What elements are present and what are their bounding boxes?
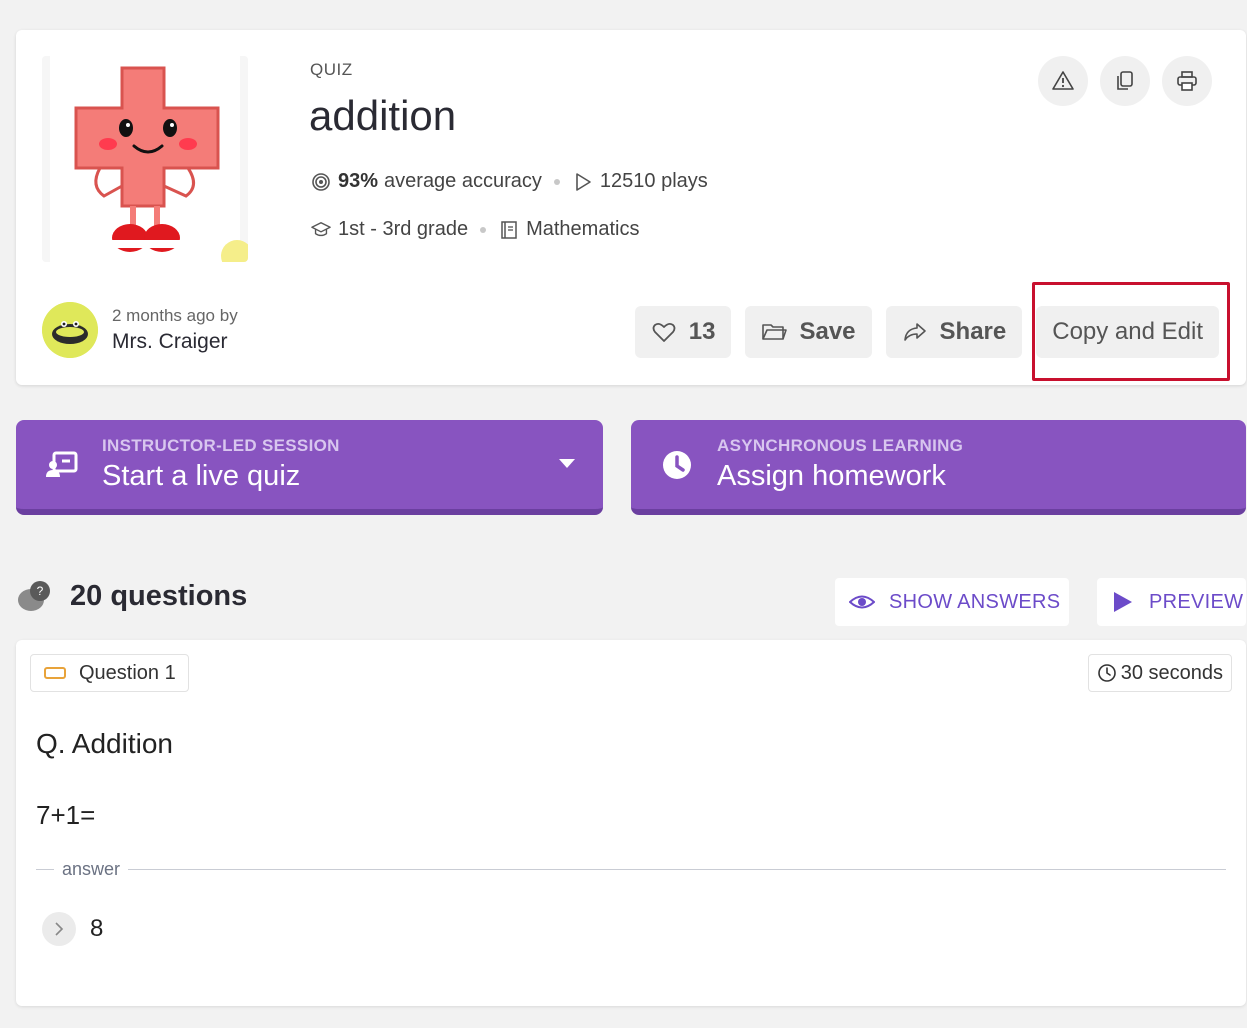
author-info: 2 months ago by Mrs. Craiger <box>42 302 238 358</box>
homework-title: Assign homework <box>717 460 946 492</box>
graduation-cap-icon <box>310 219 332 241</box>
answer-divider: answer <box>36 858 1226 880</box>
chevron-right-icon <box>55 922 64 936</box>
live-quiz-text: INSTRUCTOR-LED SESSION Start a live quiz <box>102 436 340 493</box>
quiz-title: addition <box>309 92 457 139</box>
warning-icon <box>1052 71 1074 90</box>
play-icon <box>1114 592 1132 612</box>
copy-icon <box>1117 71 1133 90</box>
eye-icon <box>849 595 875 609</box>
duplicate-button[interactable] <box>1100 56 1150 106</box>
question-number-badge: Question 1 <box>30 654 189 692</box>
monster-avatar-icon <box>42 302 98 358</box>
heart-icon <box>652 322 676 342</box>
subject-label: Mathematics <box>526 218 640 240</box>
answer-label: answer <box>62 858 121 879</box>
quiz-header-card: QUIZ addition 93% average accuracy 12510… <box>16 30 1246 385</box>
question-bubbles-icon: ? <box>18 581 50 611</box>
quiz-tools <box>1038 56 1212 106</box>
quiz-tags-row: 1st - 3rd grade Mathematics <box>310 218 639 241</box>
answer-row: 8 <box>42 912 103 946</box>
presentation-icon <box>42 445 82 485</box>
accuracy-value: 93% <box>338 170 379 192</box>
report-button[interactable] <box>1038 56 1088 106</box>
print-icon <box>1177 71 1197 91</box>
question-count: 20 questions <box>70 579 248 612</box>
question-time-label: 30 seconds <box>1120 661 1223 684</box>
author-time-ago: 2 months ago by <box>112 306 238 325</box>
start-live-quiz-button[interactable]: INSTRUCTOR-LED SESSION Start a live quiz <box>16 420 603 515</box>
question-number-label: Question 1 <box>79 661 176 684</box>
assign-homework-button[interactable]: ASYNCHRONOUS LEARNING Assign homework <box>631 420 1246 515</box>
separator-dot <box>480 226 487 233</box>
quiz-actions: 13 Save Share Copy and Edit <box>634 306 1219 358</box>
quiz-thumbnail <box>42 56 248 262</box>
share-label: Share <box>939 318 1007 345</box>
live-quiz-title: Start a live quiz <box>102 460 301 492</box>
show-answers-label: SHOW ANSWERS <box>889 590 1061 613</box>
accuracy-label: average accuracy <box>384 170 542 192</box>
share-icon <box>903 323 926 341</box>
homework-subtitle: ASYNCHRONOUS LEARNING <box>717 436 964 455</box>
share-button[interactable]: Share <box>885 306 1023 358</box>
question-text: 7+1= <box>36 800 96 830</box>
text-input-icon <box>44 667 66 679</box>
like-button[interactable]: 13 <box>634 306 732 358</box>
play-icon <box>572 171 594 193</box>
quiz-type-label: QUIZ <box>310 60 353 79</box>
divider-line <box>128 868 1226 870</box>
question-heading: Q. Addition <box>36 728 173 759</box>
answer-value: 8 <box>90 915 104 942</box>
copy-and-edit-button[interactable]: Copy and Edit <box>1036 306 1219 358</box>
homework-text: ASYNCHRONOUS LEARNING Assign homework <box>717 436 963 493</box>
author-name[interactable]: Mrs. Craiger <box>112 330 238 354</box>
answer-marker <box>42 912 76 946</box>
caret-down-icon[interactable] <box>557 456 577 472</box>
divider-line <box>36 868 54 870</box>
book-icon <box>498 219 520 241</box>
svg-text:?: ? <box>37 584 44 598</box>
question-card: Question 1 30 seconds Q. Addition 7+1= a… <box>16 640 1246 1006</box>
preview-button[interactable]: PREVIEW <box>1097 578 1246 626</box>
question-time-badge: 30 seconds <box>1087 654 1232 692</box>
save-label: Save <box>799 318 856 345</box>
accuracy-icon <box>310 171 332 193</box>
clock-icon <box>657 445 697 485</box>
save-button[interactable]: Save <box>745 306 872 358</box>
plays-count: 12510 plays <box>599 170 708 192</box>
separator-dot <box>553 178 560 185</box>
questions-header: ? 20 questions <box>16 578 247 614</box>
live-quiz-subtitle: INSTRUCTOR-LED SESSION <box>102 436 340 455</box>
plus-character-image <box>42 56 248 262</box>
clock-icon <box>1097 664 1116 682</box>
print-button[interactable] <box>1162 56 1212 106</box>
folder-icon <box>762 324 788 340</box>
author-text: 2 months ago by Mrs. Craiger <box>112 306 238 354</box>
show-answers-button[interactable]: SHOW ANSWERS <box>835 578 1069 626</box>
grade-label: 1st - 3rd grade <box>338 218 469 240</box>
preview-label: PREVIEW <box>1149 590 1244 613</box>
like-count: 13 <box>688 318 716 345</box>
avatar[interactable] <box>42 302 98 358</box>
quiz-stats-row: 93% average accuracy 12510 plays <box>310 170 708 193</box>
